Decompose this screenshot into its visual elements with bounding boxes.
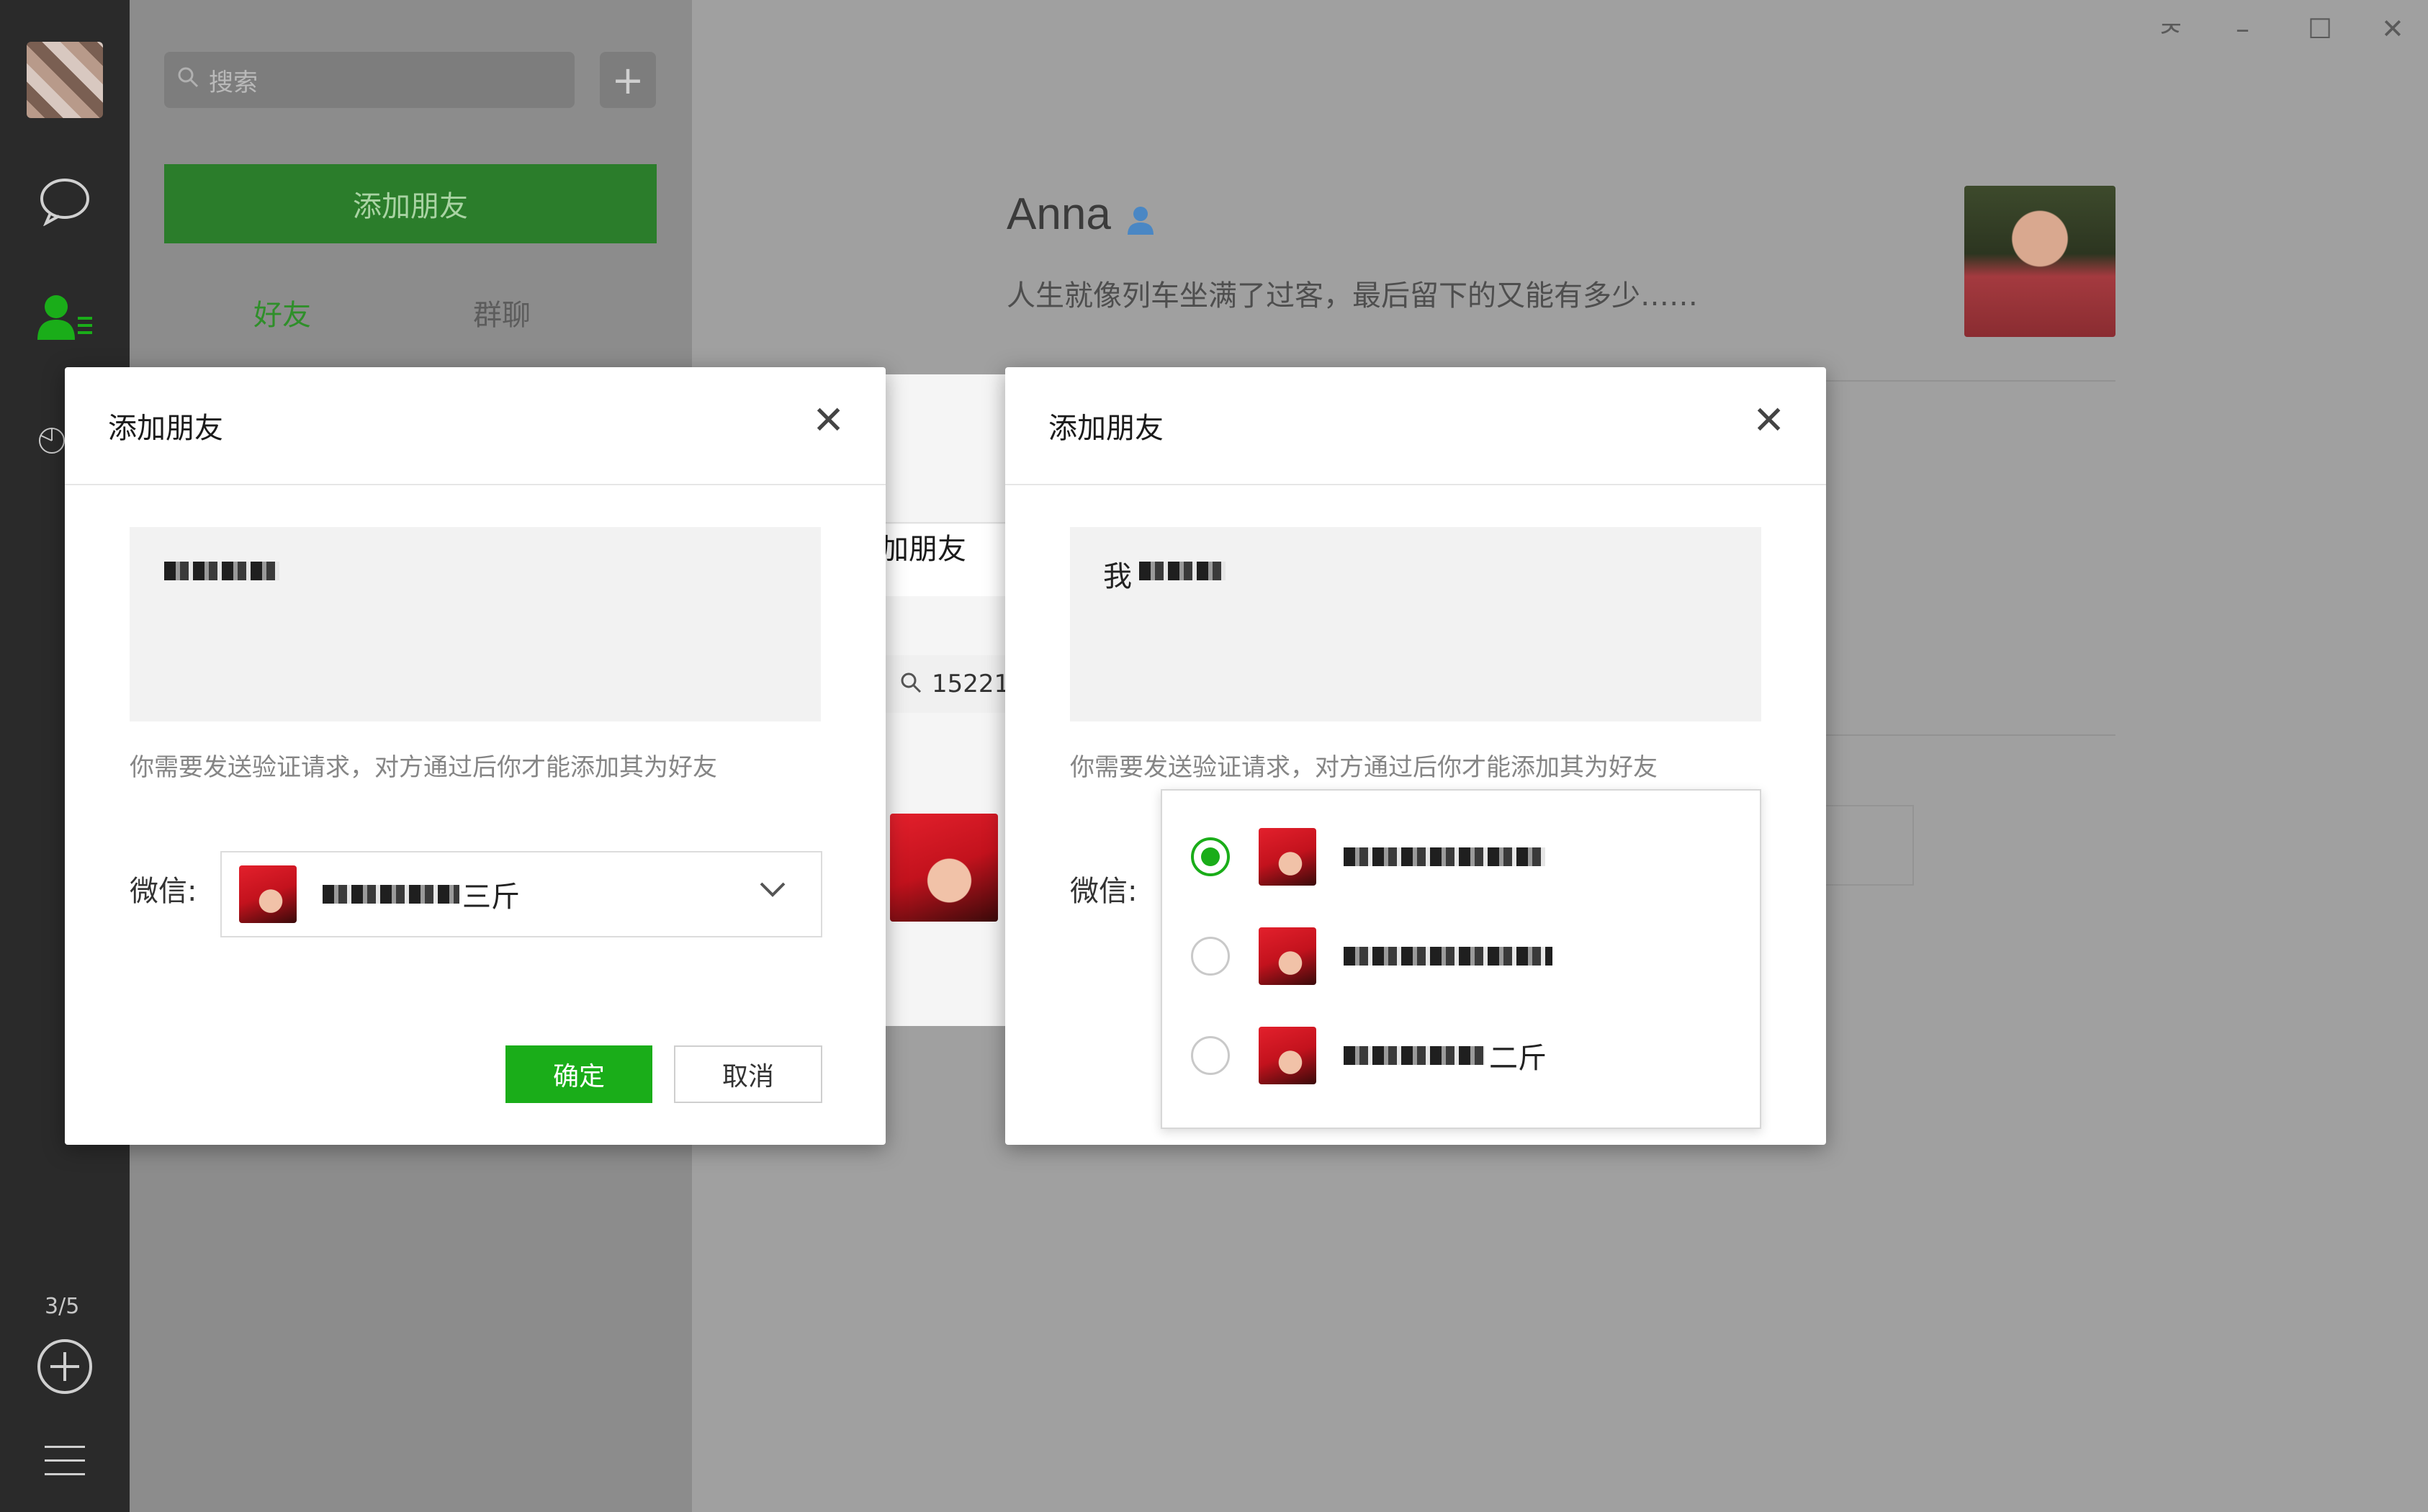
dialog-title: 添加朋友 [108,412,223,445]
add-circle-icon[interactable] [35,1336,95,1397]
account-avatar [239,865,297,923]
user-avatar[interactable] [27,42,103,118]
verification-message-input[interactable]: 我 [1070,527,1761,721]
minimize-icon[interactable]: – [2236,13,2249,45]
cancel-button[interactable]: 取消 [674,1045,822,1103]
blurred-account-name [1344,1046,1485,1065]
divider [1005,484,1826,485]
account-avatar [1259,927,1316,985]
maximize-icon[interactable]: ☐ [2308,13,2332,45]
result-avatar[interactable] [890,814,998,922]
search-placeholder: 搜索 [209,68,258,97]
blurred-account-name [1344,847,1545,866]
tab-groups[interactable]: 群聊 [473,292,531,333]
page-indicator: 3/5 [45,1294,80,1319]
blurred-text [164,562,279,580]
wechat-label: 微信: [1070,875,1138,908]
search-input[interactable]: 搜索 [164,52,575,108]
tab-friends[interactable]: 好友 [253,292,311,333]
wechat-account-dropdown: 二斤 [1161,789,1761,1129]
pin-icon[interactable]: ᅎ [2159,13,2184,53]
account-avatar [1259,828,1316,886]
verification-hint: 你需要发送验证请求，对方通过后你才能添加其为好友 [1070,753,1658,782]
blurred-account-name [1344,947,1552,966]
chevron-down-icon [759,881,786,901]
radio-selected[interactable] [1191,837,1230,876]
add-friend-button[interactable]: 添加朋友 [164,164,657,243]
divider [65,484,886,485]
account-name-suffix: 三斤 [462,881,520,914]
search-icon [177,66,199,94]
add-friend-dialog-right: 添加朋友 ✕ 我 你需要发送验证请求，对方通过后你才能添加其为好友 微信: 二斤 [1005,367,1826,1145]
account-option[interactable]: 二斤 [1191,1027,1547,1084]
hidden-button [1822,805,1914,886]
profile-photo[interactable] [1964,186,2115,337]
close-icon[interactable]: ✕ [812,397,845,443]
moments-icon[interactable] [37,412,66,469]
wechat-label: 微信: [130,875,197,908]
close-icon[interactable]: ✕ [1753,397,1785,443]
profile-signature: 人生就像列车坐满了过客，最后留下的又能有多少…… [1007,279,1698,312]
account-option[interactable] [1191,828,1550,886]
search-icon [900,672,922,696]
menu-icon[interactable] [43,1443,86,1479]
back-dialog-title: 加朋友 [884,533,966,566]
message-prefix: 我 [1103,560,1132,593]
add-friend-dialog-left: 添加朋友 ✕ 你需要发送验证请求，对方通过后你才能添加其为好友 微信: 三斤 确… [65,367,886,1145]
add-button[interactable]: + [600,52,656,108]
confirm-button[interactable]: 确定 [505,1045,652,1103]
verification-hint: 你需要发送验证请求，对方通过后你才能添加其为好友 [130,753,717,782]
blurred-account-name [323,885,459,904]
dialog-title: 添加朋友 [1048,412,1164,445]
close-window-icon[interactable]: ✕ [2381,13,2404,45]
contact-person-icon [1123,203,1158,240]
back-search-value: 15221 [932,670,1010,698]
divider [1822,734,2115,736]
chat-icon[interactable] [36,173,94,230]
wechat-account-select[interactable]: 三斤 [220,851,822,937]
verification-message-input[interactable] [130,527,821,721]
blurred-text [1139,562,1226,580]
radio-unselected[interactable] [1191,937,1230,976]
radio-unselected[interactable] [1191,1036,1230,1075]
profile-name: Anna [1007,189,1111,239]
account-avatar [1259,1027,1316,1084]
account-name-suffix: 二斤 [1489,1042,1547,1075]
contacts-icon[interactable] [36,292,95,343]
account-option[interactable] [1191,927,1557,985]
